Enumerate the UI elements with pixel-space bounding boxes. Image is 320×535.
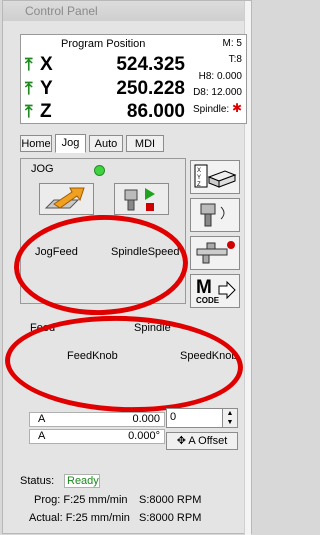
actual-feed: F:25 mm/min bbox=[65, 512, 130, 524]
offset-row-2: A 0.000° bbox=[29, 429, 165, 444]
axis-row-y[interactable]: ⤒ Y 250.228 bbox=[25, 78, 185, 100]
goto-workpiece-button[interactable]: X Y Z bbox=[190, 160, 240, 194]
xyz-workpiece-icon: X Y Z bbox=[194, 164, 237, 188]
offset-value: 0.000° bbox=[128, 430, 160, 442]
svg-text:Z: Z bbox=[197, 182, 201, 188]
axis-value-z: 86.000 bbox=[126, 101, 185, 122]
stepper-arrows[interactable]: ▲ ▼ bbox=[222, 409, 237, 427]
tab-jog[interactable]: Jog bbox=[55, 134, 86, 153]
stepper-up-icon[interactable]: ▲ bbox=[223, 409, 237, 418]
tool-change-button[interactable] bbox=[190, 198, 240, 232]
offset-axis-label: A bbox=[38, 413, 46, 425]
stepper-down-icon[interactable]: ▼ bbox=[223, 418, 237, 427]
tool-readout: T:8 bbox=[228, 54, 242, 65]
coolant-valve-icon bbox=[196, 241, 235, 264]
offset-stepper[interactable]: 0 ▲ ▼ bbox=[166, 408, 238, 428]
program-position-title: Program Position bbox=[61, 38, 146, 50]
m-code-icon: M CODE bbox=[196, 277, 236, 305]
m-code-button[interactable]: M CODE bbox=[190, 274, 240, 308]
axis-value-x: 524.325 bbox=[116, 54, 185, 75]
window-title: Control Panel bbox=[3, 1, 251, 21]
prog-feed: F:25 mm/min bbox=[63, 494, 128, 506]
move-icon: ✥ bbox=[176, 435, 186, 447]
axis-zero-icon[interactable]: ⤒ bbox=[25, 56, 33, 73]
status-badge: Ready bbox=[64, 474, 100, 488]
a-offset-label: A Offset bbox=[188, 435, 228, 447]
spindle-status-label: Spindle: bbox=[193, 104, 230, 115]
tab-home[interactable]: Home bbox=[20, 135, 52, 152]
tab-mdi[interactable]: MDI bbox=[126, 135, 164, 152]
offset-axis-label: A bbox=[38, 430, 46, 442]
d-offset-readout: D8: 12.000 bbox=[193, 87, 242, 98]
prog-spindle: S:8000 RPM bbox=[139, 494, 202, 506]
axis-row-z[interactable]: ⤒ Z 86.000 bbox=[25, 101, 185, 123]
jog-mode-button[interactable] bbox=[39, 183, 94, 215]
offset-value: 0.000 bbox=[132, 413, 160, 425]
m-code-letter: M bbox=[196, 277, 212, 298]
spindle-start-stop-icon bbox=[124, 188, 155, 211]
svg-text:X: X bbox=[197, 168, 201, 174]
actual-label: Actual: bbox=[29, 512, 63, 524]
svg-text:Y: Y bbox=[197, 175, 201, 181]
axis-zero-icon[interactable]: ⤒ bbox=[25, 80, 33, 97]
jog-arrow-icon bbox=[44, 187, 85, 209]
spindle-indicator-icon: ✱ bbox=[231, 101, 242, 115]
actual-spindle: S:8000 RPM bbox=[139, 512, 202, 524]
mode-readout: M: 5 bbox=[222, 38, 242, 49]
spindle-tool-icon bbox=[200, 203, 225, 227]
prog-row: Prog: F:25 mm/min S:8000 RPM bbox=[34, 494, 201, 506]
axis-label-z: Z bbox=[40, 101, 52, 122]
jog-led-icon bbox=[94, 165, 105, 176]
axis-row-x[interactable]: ⤒ X 524.325 bbox=[25, 54, 185, 76]
actual-row: Actual: F:25 mm/min S:8000 RPM bbox=[29, 512, 201, 524]
m-code-caption: CODE bbox=[196, 296, 220, 305]
offset-stepper-value[interactable]: 0 bbox=[170, 411, 176, 423]
jog-label: JOG bbox=[31, 163, 54, 175]
h-offset-readout: H8: 0.000 bbox=[198, 71, 242, 82]
prog-label: Prog: bbox=[34, 494, 61, 506]
program-position-panel: Program Position M: 5 T:8 H8: 0.000 D8: … bbox=[20, 34, 247, 124]
coolant-button[interactable] bbox=[190, 236, 240, 270]
status-label: Status: bbox=[20, 475, 55, 487]
a-offset-button[interactable]: ✥ A Offset bbox=[166, 432, 238, 450]
axis-label-x: X bbox=[40, 54, 53, 75]
axis-value-y: 250.228 bbox=[116, 78, 185, 99]
spindle-toggle-button[interactable] bbox=[114, 183, 169, 215]
axis-label-y: Y bbox=[40, 78, 53, 99]
offset-row-1: A 0.000 bbox=[29, 412, 165, 427]
tab-auto[interactable]: Auto bbox=[89, 135, 123, 152]
spindle-status: Spindle: ✱ bbox=[193, 101, 242, 115]
axis-zero-icon[interactable]: ⤒ bbox=[25, 103, 33, 120]
